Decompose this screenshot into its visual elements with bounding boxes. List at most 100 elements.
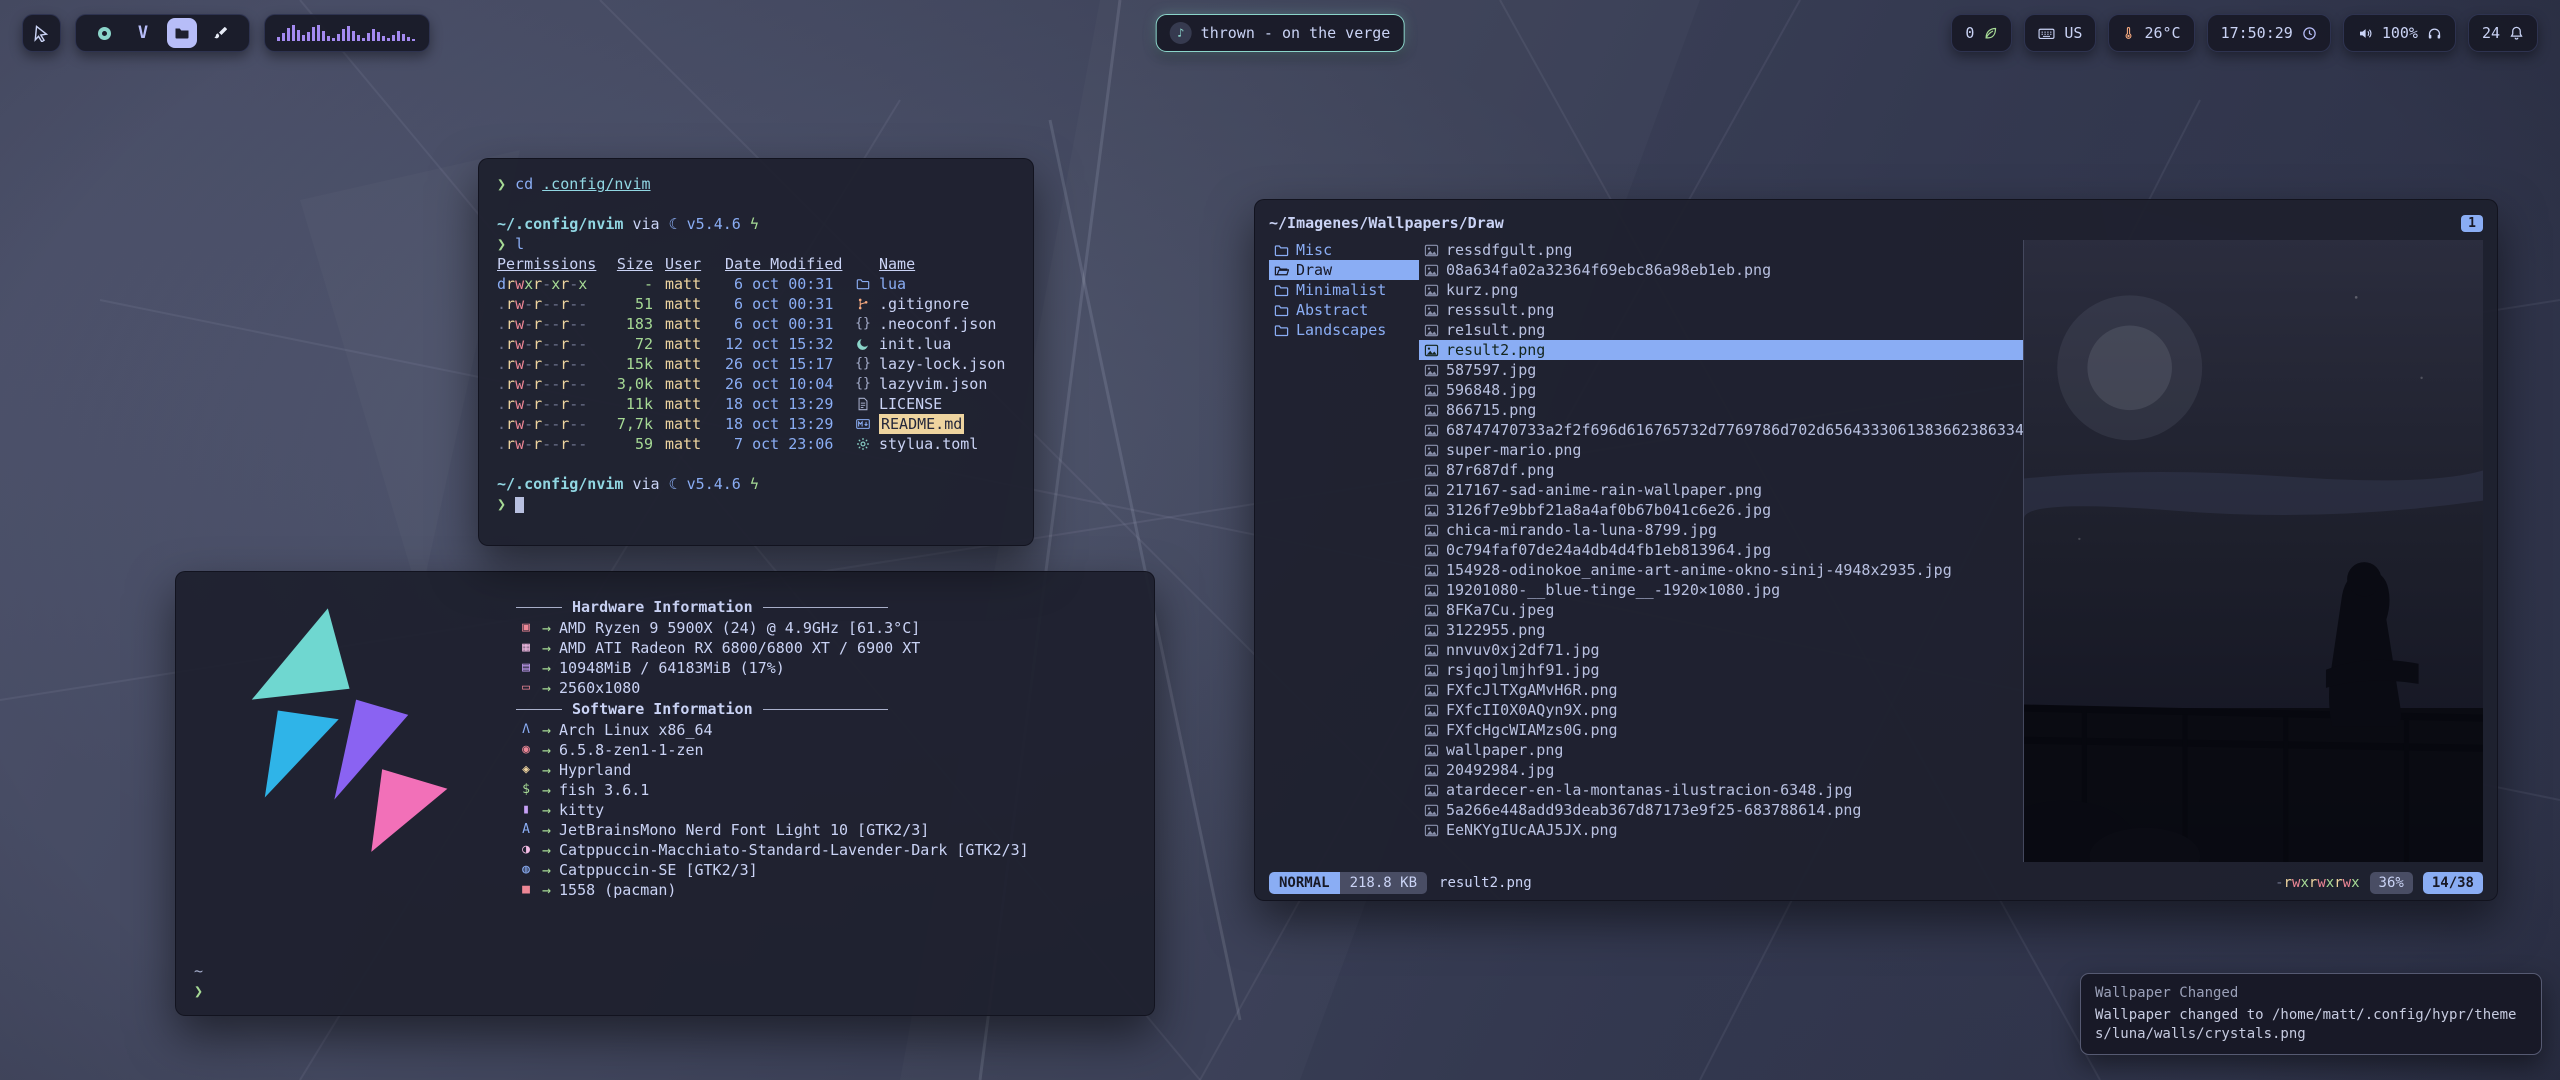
- file-owner: matt: [665, 394, 715, 414]
- v-icon: V: [138, 23, 148, 43]
- flash-icon: ϟ: [750, 215, 759, 233]
- folder-name: Draw: [1296, 261, 1332, 279]
- file-manager-button[interactable]: [167, 18, 197, 48]
- file-owner: matt: [665, 374, 715, 394]
- file-list-item[interactable]: 3126f7e9bbf21a8a4af0b67b041c6e26.jpg: [1419, 500, 2023, 520]
- folder-icon: [1274, 323, 1289, 338]
- file-list-item[interactable]: result2.png: [1419, 340, 2023, 360]
- file-owner: matt: [665, 294, 715, 314]
- lua-version: v5.4.6: [687, 215, 741, 233]
- file-list-item[interactable]: 154928-odinokoe_anime-art-anime-okno-sin…: [1419, 560, 2023, 580]
- fetch-prompt[interactable]: ~ ❯: [194, 961, 203, 1001]
- file-list-item[interactable]: 217167-sad-anime-rain-wallpaper.png: [1419, 480, 2023, 500]
- clock-module[interactable]: 17:50:29: [2207, 14, 2331, 52]
- home-directory: ~: [194, 961, 203, 981]
- image-file-icon: [1424, 343, 1439, 358]
- cursor-position-badge: 14/38: [2423, 872, 2483, 894]
- folder-name: Minimalist: [1296, 281, 1386, 299]
- file-owner: matt: [665, 334, 715, 354]
- sidebar-folder-item[interactable]: Minimalist: [1269, 280, 1419, 300]
- file-name: 3122955.png: [1446, 621, 1545, 639]
- file-list-item[interactable]: rsjqojlmjhf91.jpg: [1419, 660, 2023, 680]
- file-owner: matt: [665, 314, 715, 334]
- arrow-icon: →: [542, 638, 551, 658]
- file-list-item[interactable]: 8FKa7Cu.jpeg: [1419, 600, 2023, 620]
- updates-module[interactable]: 0: [1951, 14, 2012, 52]
- image-file-icon: [1424, 643, 1439, 658]
- info-line: $ → fish 3.6.1: [516, 780, 1136, 800]
- table-row: .rw-r--r-- 183 matt 6 oct 00:31 {} .neoc…: [497, 314, 1015, 334]
- text-cursor: [515, 497, 524, 513]
- file-list-item[interactable]: kurz.png: [1419, 280, 2023, 300]
- file-list-item[interactable]: 866715.png: [1419, 400, 2023, 420]
- file-list-item[interactable]: 08a634fa02a32364f69ebc86a98eb1eb.png: [1419, 260, 2023, 280]
- file-list-item[interactable]: 20492984.jpg: [1419, 760, 2023, 780]
- file-name: 0c794faf07de24a4db4d4fb1eb813964.jpg: [1446, 541, 1771, 559]
- prompt-symbol: ❯: [497, 175, 506, 193]
- file-name: atardecer-en-la-montanas-ilustracion-634…: [1446, 781, 1852, 799]
- header-user: User: [665, 254, 715, 274]
- file-list-item[interactable]: wallpaper.png: [1419, 740, 2023, 760]
- file-name: 154928-odinokoe_anime-art-anime-okno-sin…: [1446, 561, 1952, 579]
- file-list-item[interactable]: chica-mirando-la-luna-8799.jpg: [1419, 520, 2023, 540]
- headphones-icon: [2427, 26, 2442, 41]
- file-list-item[interactable]: resssult.png: [1419, 300, 2023, 320]
- media-player-pill[interactable]: ♪ thrown - on the verge: [1156, 14, 1405, 52]
- file-list-item[interactable]: FXfcHgcWIAMzs0G.png: [1419, 720, 2023, 740]
- notification-toast[interactable]: Wallpaper Changed Wallpaper changed to /…: [2080, 973, 2542, 1055]
- file-list-item[interactable]: 68747470733a2f2f696d616765732d7769786d70…: [1419, 420, 2023, 440]
- folder-sidebar: Misc Draw Minimalist Abstract Landscapes: [1269, 240, 1419, 862]
- info-value: 2560x1080: [559, 678, 640, 698]
- input-line[interactable]: ❯: [497, 494, 1015, 514]
- bar-right-modules: 0 US 26°C 17:50:29 10: [1951, 14, 2538, 52]
- file-list-item[interactable]: 87r687df.png: [1419, 460, 2023, 480]
- folder-icon: [174, 25, 190, 41]
- file-list-item[interactable]: FXfcJlTXgAMvH6R.png: [1419, 680, 2023, 700]
- image-file-icon: [1424, 583, 1439, 598]
- keyboard-layout-module[interactable]: US: [2024, 14, 2096, 52]
- fetch-window[interactable]: Hardware Information ▣ → AMD Ryzen 9 590…: [175, 571, 1155, 1016]
- file-list-item[interactable]: FXfcII0X0AQyn9X.png: [1419, 700, 2023, 720]
- sidebar-folder-item[interactable]: Landscapes: [1269, 320, 1419, 340]
- file-list-item[interactable]: 596848.jpg: [1419, 380, 2023, 400]
- file-list-item[interactable]: EeNKYgIUcAAJ5JX.png: [1419, 820, 2023, 840]
- file-list-item[interactable]: 3122955.png: [1419, 620, 2023, 640]
- arrow-icon: →: [542, 880, 551, 900]
- thermometer-icon: [2122, 25, 2135, 41]
- file-list-item[interactable]: 5a266e448add93deab367d87173e9f25-6837886…: [1419, 800, 2023, 820]
- notifications-module[interactable]: 24: [2468, 14, 2538, 52]
- vivaldi-button[interactable]: V: [128, 18, 158, 48]
- table-row: .rw-r--r-- 51 matt 6 oct 00:31 .gitignor…: [497, 294, 1015, 314]
- file-name: FXfcJlTXgAMvH6R.png: [1446, 681, 1618, 699]
- image-file-icon: [1424, 663, 1439, 678]
- via-label: via: [632, 215, 659, 233]
- image-file-icon: [1424, 543, 1439, 558]
- file-list-item[interactable]: atardecer-en-la-montanas-ilustracion-634…: [1419, 780, 2023, 800]
- theme-button[interactable]: [206, 18, 236, 48]
- file-manager-window[interactable]: ~/Imagenes/Wallpapers/Draw 1 Misc Draw M…: [1254, 199, 2498, 901]
- terminal-window[interactable]: ❯ cd .config/nvim ~/.config/nvim via ☾ v…: [478, 158, 1034, 546]
- sidebar-folder-item[interactable]: Draw: [1269, 260, 1419, 280]
- file-list-item[interactable]: 587597.jpg: [1419, 360, 2023, 380]
- sidebar-folder-item[interactable]: Misc: [1269, 240, 1419, 260]
- sidebar-folder-item[interactable]: Abstract: [1269, 300, 1419, 320]
- browser-button[interactable]: [89, 18, 119, 48]
- file-list-item[interactable]: super-mario.png: [1419, 440, 2023, 460]
- image-file-icon: [1424, 263, 1439, 278]
- file-list-item[interactable]: nnvuv0xj2df71.jpg: [1419, 640, 2023, 660]
- file-list-item[interactable]: 0c794faf07de24a4db4d4fb1eb813964.jpg: [1419, 540, 2023, 560]
- info-value: Hyprland: [559, 760, 631, 780]
- file-name: FXfcII0X0AQyn9X.png: [1446, 701, 1618, 719]
- launcher-button[interactable]: [22, 14, 61, 52]
- temperature-module[interactable]: 26°C: [2108, 14, 2194, 52]
- software-icon: ◉: [516, 740, 536, 760]
- file-list-item[interactable]: ressdfgult.png: [1419, 240, 2023, 260]
- file-list-item[interactable]: re1sult.png: [1419, 320, 2023, 340]
- current-directory: ~/.config/nvim: [497, 475, 623, 493]
- file-permissions: .rw-r--r--: [497, 334, 601, 354]
- file-table-header: Permissions Size User Date Modified Name: [497, 254, 1015, 274]
- table-row: .rw-r--r-- 72 matt 12 oct 15:32 init.lua: [497, 334, 1015, 354]
- tab-count-badge[interactable]: 1: [2461, 215, 2483, 232]
- file-list-item[interactable]: 19201080-__blue-tinge__-1920×1080.jpg: [1419, 580, 2023, 600]
- volume-module[interactable]: 100%: [2343, 14, 2456, 52]
